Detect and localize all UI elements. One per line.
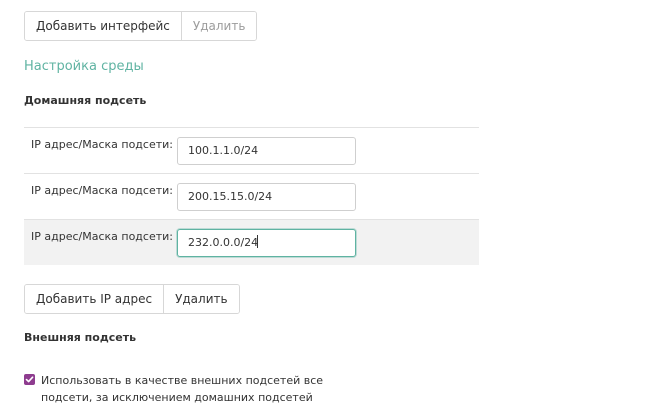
home-subnet-title: Домашняя подсеть: [24, 94, 147, 107]
table-row: IP адрес/Маска подсети: 200.15.15.0/24: [24, 174, 479, 220]
ip-toolbar: Добавить IP адрес Удалить: [24, 284, 240, 314]
ip-mask-label: IP адрес/Маска подсети:: [31, 230, 173, 243]
add-interface-button[interactable]: Добавить интерфейс: [25, 12, 181, 40]
text-caret: [257, 235, 259, 248]
delete-ip-button[interactable]: Удалить: [163, 285, 239, 313]
ip-mask-value: 200.15.15.0/24: [188, 190, 273, 203]
environment-settings-title: Настройка среды: [24, 59, 144, 74]
use-all-subnets-option[interactable]: Использовать в качестве внешних подсетей…: [24, 372, 371, 406]
ip-mask-input[interactable]: 100.1.1.0/24: [177, 137, 356, 165]
ip-mask-value: 232.0.0.0/24: [188, 236, 259, 249]
delete-interface-button[interactable]: Удалить: [180, 12, 257, 40]
ip-mask-input[interactable]: 232.0.0.0/24: [177, 229, 356, 257]
home-subnet-table: IP адрес/Маска подсети: 100.1.1.0/24 IP …: [24, 127, 479, 265]
checkmark-icon: [25, 376, 34, 383]
ip-mask-label: IP адрес/Маска подсети:: [31, 184, 173, 197]
table-row: IP адрес/Маска подсети: 232.0.0.0/24: [24, 220, 479, 265]
table-row: IP адрес/Маска подсети: 100.1.1.0/24: [24, 128, 479, 174]
interface-toolbar: Добавить интерфейс Удалить: [24, 11, 258, 41]
use-all-subnets-checkbox[interactable]: [24, 374, 35, 385]
external-subnet-title: Внешняя подсеть: [24, 331, 137, 344]
network-settings-panel: Добавить интерфейс Удалить Настройка сре…: [0, 0, 649, 420]
add-ip-button[interactable]: Добавить IP адрес: [25, 285, 164, 313]
ip-mask-label: IP адрес/Маска подсети:: [31, 138, 173, 151]
ip-mask-input[interactable]: 200.15.15.0/24: [177, 183, 356, 211]
use-all-subnets-label: Использовать в качестве внешних подсетей…: [41, 374, 324, 404]
ip-mask-value: 100.1.1.0/24: [188, 144, 259, 157]
